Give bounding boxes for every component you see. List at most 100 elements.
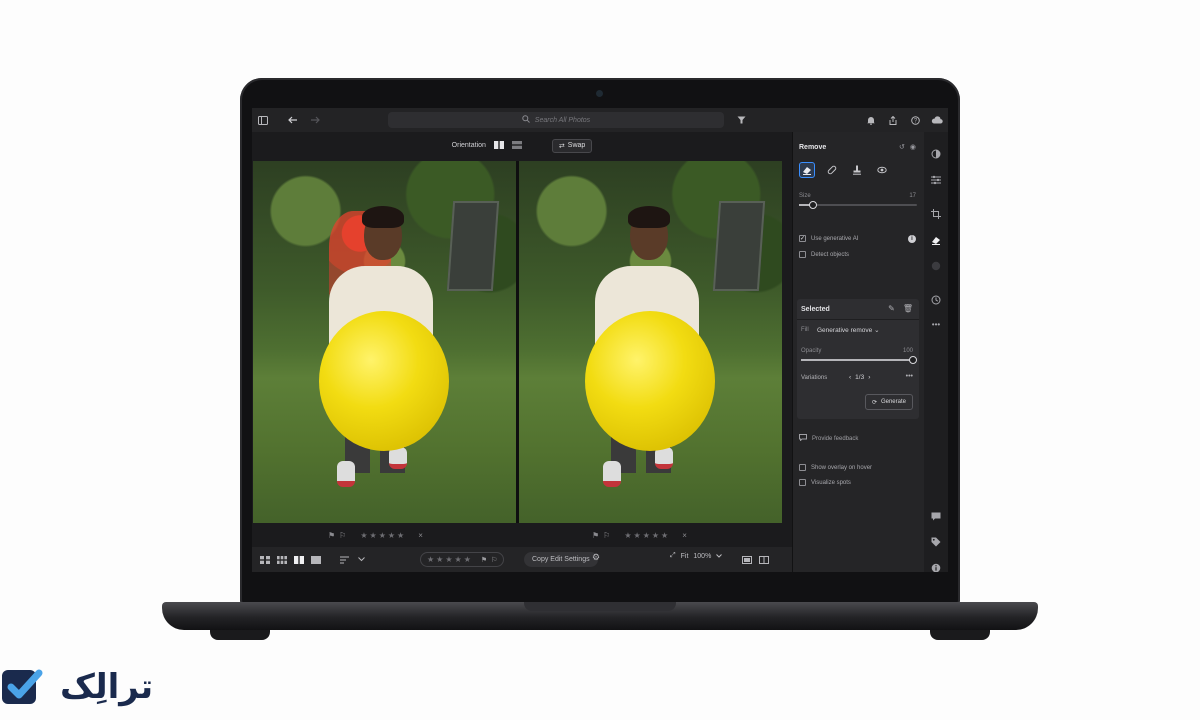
crop-icon[interactable] xyxy=(928,206,944,222)
zoom-control[interactable]: ⤢ Fit 100% xyxy=(670,552,722,560)
chevron-right-icon[interactable]: › xyxy=(868,374,870,381)
child-hair xyxy=(362,206,404,228)
gear-icon[interactable]: ⚙ xyxy=(592,552,600,563)
flag-icon[interactable]: ⚑ xyxy=(481,556,487,564)
trash-icon[interactable]: 🗑 xyxy=(903,304,913,313)
help-icon[interactable]: ? xyxy=(904,108,926,132)
copy-edit-settings-button[interactable]: Copy Edit Settings xyxy=(524,552,598,567)
side-by-side-icon[interactable] xyxy=(494,141,504,151)
search-icon xyxy=(522,115,530,125)
fit-label: Fit xyxy=(681,553,689,560)
generate-button[interactable]: ⟳ Generate xyxy=(865,394,913,410)
rating-filter-pill[interactable]: ★★★★★ ⚑ ⚐ xyxy=(420,552,504,567)
history-icon[interactable] xyxy=(928,292,944,308)
remove-tool-icon[interactable] xyxy=(928,232,944,248)
use-generative-ai-checkbox[interactable]: ✓ xyxy=(799,235,806,242)
use-generative-ai-label: Use generative AI xyxy=(811,236,858,242)
use-generative-ai-option[interactable]: ✓ Use generative AI xyxy=(799,235,858,242)
reset-icon[interactable]: ↺ xyxy=(899,143,905,151)
show-overlay-checkbox[interactable] xyxy=(799,464,806,471)
info-icon[interactable]: i xyxy=(908,235,916,243)
detect-objects-checkbox[interactable] xyxy=(799,251,806,258)
star-rating[interactable]: ★★★★★ xyxy=(624,531,670,540)
loupe-view-icon[interactable] xyxy=(307,547,324,572)
flag-icon[interactable]: ⚑ xyxy=(592,531,599,540)
swap-button[interactable]: ⇄ Swap xyxy=(552,139,592,153)
search-input[interactable]: Search All Photos xyxy=(388,112,724,128)
panel-icon[interactable] xyxy=(252,108,274,132)
sort-icon[interactable] xyxy=(336,547,353,572)
close-icon[interactable]: × xyxy=(418,531,423,540)
unflag-icon[interactable]: ⚐ xyxy=(339,531,346,540)
left-shoe xyxy=(603,461,621,487)
before-photo[interactable] xyxy=(253,161,516,523)
selected-title: Selected xyxy=(801,306,830,313)
flag-icon[interactable]: ⚑ xyxy=(328,531,335,540)
bell-icon[interactable] xyxy=(860,108,882,132)
info-icon[interactable] xyxy=(928,560,944,572)
filmstrip-icon[interactable] xyxy=(738,547,755,572)
star-rating[interactable]: ★★★★★ xyxy=(360,531,406,540)
sliders-icon[interactable] xyxy=(928,172,944,188)
laptop-foot-left xyxy=(210,630,270,640)
after-photo[interactable] xyxy=(519,161,782,523)
edit-icon[interactable] xyxy=(928,146,944,162)
app-screen: Search All Photos ? xyxy=(252,108,948,572)
masking-icon[interactable] xyxy=(928,258,944,274)
selected-actions: ✎ 🗑 xyxy=(888,304,913,313)
visualize-spots-checkbox[interactable] xyxy=(799,479,806,486)
cloud-icon[interactable] xyxy=(926,108,948,132)
provide-feedback-link[interactable]: Provide feedback xyxy=(799,434,858,443)
opacity-slider[interactable] xyxy=(801,359,913,361)
opacity-slider-knob[interactable] xyxy=(909,356,917,364)
search-placeholder: Search All Photos xyxy=(535,117,590,124)
size-slider-knob[interactable] xyxy=(809,201,817,209)
filter-icon[interactable] xyxy=(730,108,752,132)
tag-icon[interactable] xyxy=(928,534,944,550)
share-icon[interactable] xyxy=(882,108,904,132)
size-slider[interactable] xyxy=(799,204,917,206)
visualize-spots-option[interactable]: Visualize spots xyxy=(799,479,851,486)
generate-label: Generate xyxy=(881,399,906,405)
unflag-icon[interactable]: ⚐ xyxy=(603,531,610,540)
more-icon[interactable]: ••• xyxy=(928,316,944,332)
remove-tools xyxy=(799,162,890,178)
compare-view-icon[interactable] xyxy=(290,547,307,572)
opacity-slider-fill xyxy=(801,359,913,361)
variations-nav: ‹ 1/3 › xyxy=(849,374,870,381)
chevron-left-icon[interactable]: ‹ xyxy=(849,374,851,381)
split-view-icon[interactable] xyxy=(755,547,772,572)
top-bar-right: ? xyxy=(860,108,948,132)
close-icon[interactable]: × xyxy=(682,531,687,540)
forward-icon[interactable] xyxy=(304,108,326,132)
fill-value: Generative remove xyxy=(817,327,872,334)
logo-check-icon xyxy=(0,662,50,712)
before-rating-row: ⚑ ⚐ ★★★★★ × xyxy=(328,527,423,543)
more-icon[interactable]: ••• xyxy=(906,373,913,380)
stacked-icon[interactable] xyxy=(512,141,522,151)
chat-bubble-icon xyxy=(799,434,807,443)
product-photo: Search All Photos ? xyxy=(0,0,1200,720)
yellow-ball xyxy=(319,311,449,451)
eraser-tool-icon[interactable] xyxy=(799,162,815,178)
show-overlay-option[interactable]: Show overlay on hover xyxy=(799,464,872,471)
chevron-down-icon[interactable] xyxy=(353,547,370,572)
top-bar: Search All Photos ? xyxy=(252,108,948,132)
grid-small-icon[interactable] xyxy=(273,547,290,572)
visibility-icon[interactable]: ◉ xyxy=(910,143,916,151)
garden-shed xyxy=(713,201,765,291)
comment-icon[interactable] xyxy=(928,508,944,524)
heal-tool-icon[interactable] xyxy=(824,162,840,178)
logo-text: ترالِک xyxy=(60,667,153,707)
fill-select[interactable]: Generative remove ⌄ xyxy=(817,326,880,334)
clone-stamp-icon[interactable] xyxy=(849,162,865,178)
compare-header: Orientation ⇄ Swap xyxy=(252,132,792,159)
grid-large-icon[interactable] xyxy=(256,547,273,572)
brush-icon[interactable]: ✎ xyxy=(888,304,895,313)
red-eye-icon[interactable] xyxy=(874,162,890,178)
star-rating[interactable]: ★★★★★ xyxy=(427,555,473,564)
detect-objects-option[interactable]: Detect objects xyxy=(799,251,849,258)
back-icon[interactable] xyxy=(282,108,304,132)
generate-icon: ⟳ xyxy=(872,399,877,406)
unflag-icon[interactable]: ⚐ xyxy=(491,556,497,564)
